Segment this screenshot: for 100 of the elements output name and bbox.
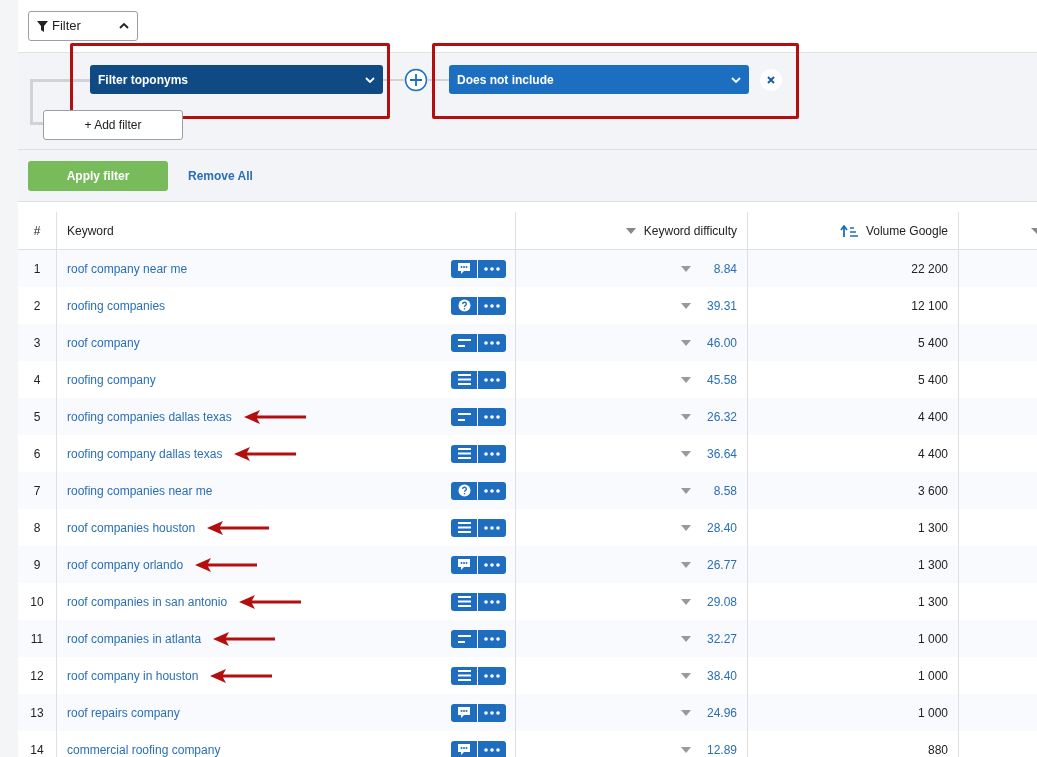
more-options-button[interactable] [478,555,506,574]
more-options-button[interactable] [478,592,506,611]
field-select[interactable]: Filter toponyms [90,65,383,94]
difficulty-value: 36.64 [705,445,737,463]
intent-button[interactable] [451,444,477,463]
keyword-link[interactable]: roof companies houston [67,518,196,537]
intent-button[interactable] [451,370,477,389]
more-options-button[interactable] [478,444,506,463]
caret-down-icon[interactable] [681,635,691,642]
more-options-button[interactable] [478,333,506,352]
keyword-link[interactable]: roof company [67,333,140,352]
more-options-button[interactable] [478,666,506,685]
difficulty-value: 28.40 [705,519,737,537]
difficulty-value: 8.84 [712,260,737,278]
annotation-arrow [210,668,273,683]
difficulty-value: 24.96 [705,704,737,722]
row-number: 14 [18,731,57,757]
close-icon [767,75,775,84]
difficulty-value: 8.58 [712,482,737,500]
caret-down-icon[interactable] [681,561,691,568]
more-options-button[interactable] [478,518,506,537]
keyword-link[interactable]: roofing companies near me [67,481,213,500]
more-icon [484,414,500,419]
keyword-link[interactable]: roof repairs company [67,703,180,722]
caret-down-icon[interactable] [681,672,691,679]
keyword-link[interactable]: roofing companies [67,296,166,315]
intent-button[interactable] [451,629,477,648]
more-icon [484,451,500,456]
caret-down-icon[interactable] [681,524,691,531]
difficulty-value: 12.89 [705,741,737,757]
keyword-link[interactable]: roof company orlando [67,555,184,574]
keyword-link[interactable]: roofing company [67,370,156,389]
difficulty-value: 29.08 [705,593,737,611]
keyword-link[interactable]: roofing companies dallas texas [67,407,232,426]
caret-down-icon[interactable] [681,302,691,309]
intent-button[interactable] [451,296,477,315]
difficulty-value: 46.00 [705,334,737,352]
chevron-down-icon [365,76,375,83]
caret-down-icon[interactable] [681,450,691,457]
more-options-button[interactable] [478,370,506,389]
lines-icon [457,596,471,607]
keyword-link[interactable]: roofing company dallas texas [67,444,223,463]
add-condition-icon[interactable] [404,67,428,92]
column-header[interactable]: Keyword difficulty [516,212,748,249]
keyword-link[interactable]: roof company in houston [67,666,199,685]
intent-button[interactable] [451,518,477,537]
difficulty-value: 32.27 [705,630,737,648]
difficulty-value: 38.40 [705,667,737,685]
keyword-link[interactable]: commercial roofing company [67,740,221,757]
more-options-button[interactable] [478,259,506,278]
intent-button[interactable] [451,740,477,757]
caret-down-icon[interactable] [681,376,691,383]
more-options-button[interactable] [478,407,506,426]
intent-button[interactable] [451,666,477,685]
intent-button[interactable] [451,481,477,500]
question-icon [457,484,471,497]
column-header[interactable]: Volume Google [748,212,959,249]
lines-icon [457,522,471,533]
caret-down-icon[interactable] [681,709,691,716]
more-options-button[interactable] [478,703,506,722]
more-icon [484,747,500,752]
more-icon [484,525,500,530]
caret-down-icon[interactable] [681,265,691,272]
intent-button[interactable] [451,555,477,574]
speech-bubble-icon [457,706,471,719]
caret-down-icon[interactable] [681,413,691,420]
keyword-link[interactable]: roof company near me [67,259,188,278]
keyword-link[interactable]: roof companies in atlanta [67,629,202,648]
column-header[interactable]: Keyword [57,212,516,249]
caret-down-icon[interactable] [681,746,691,753]
speech-bubble-icon [457,743,471,756]
intent-button[interactable] [451,333,477,352]
intent-button[interactable] [451,592,477,611]
more-icon [484,636,500,641]
caret-down-icon[interactable] [681,339,691,346]
speech-bubble-icon [457,262,471,275]
remove-all-link[interactable]: Remove All [188,166,253,185]
more-icon [484,303,500,308]
lines-icon [457,374,471,385]
operator-select[interactable]: Does not include [449,65,749,94]
more-options-button[interactable] [478,629,506,648]
more-icon [484,266,500,271]
short-lines-icon [457,634,471,643]
question-icon [457,299,471,312]
add-filter-button[interactable]: + Add filter [43,110,183,140]
more-options-button[interactable] [478,296,506,315]
keyword-link[interactable]: roof companies in san antonio [67,592,228,611]
chevron-down-icon [731,76,741,83]
more-options-button[interactable] [478,481,506,500]
caret-down-icon[interactable] [681,487,691,494]
difficulty-value: 26.77 [705,556,737,574]
filter-toggle-button[interactable]: Filter [28,11,138,41]
intent-button[interactable] [451,703,477,722]
annotation-arrow [234,446,297,461]
more-options-button[interactable] [478,740,506,757]
caret-down-icon[interactable] [681,598,691,605]
intent-button[interactable] [451,407,477,426]
more-icon [484,488,500,493]
remove-filter-button[interactable] [760,68,782,91]
intent-button[interactable] [451,259,477,278]
